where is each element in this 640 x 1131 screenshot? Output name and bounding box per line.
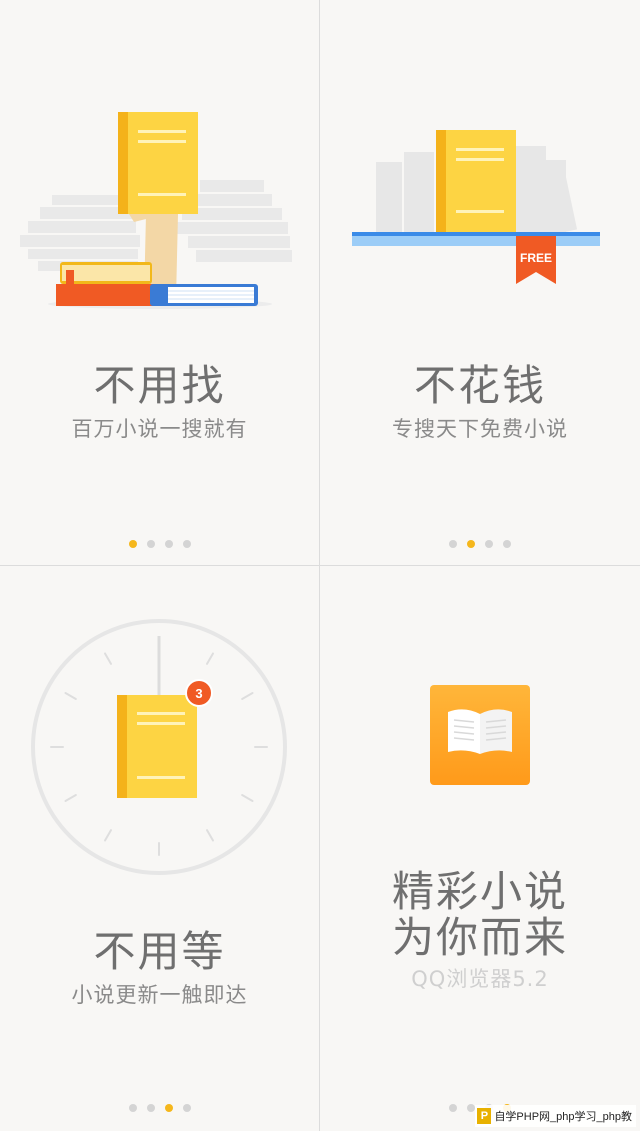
badge-count: 3 — [195, 686, 202, 701]
page-dot[interactable] — [146, 1104, 155, 1112]
page-dot[interactable] — [449, 1104, 457, 1112]
clock-tick — [206, 829, 214, 842]
panel-subtitle: QQ浏览器5.2 — [411, 967, 549, 991]
clock-tick — [241, 692, 254, 700]
watermark-logo-icon: P — [477, 1108, 492, 1124]
page-dot[interactable] — [467, 540, 475, 548]
page-indicator — [0, 1104, 319, 1112]
ribbon-label: FREE — [520, 251, 552, 265]
clock-book-illustration: 3 — [31, 619, 287, 875]
panel-subtitle: 百万小说一搜就有 — [71, 417, 248, 441]
page-dot[interactable] — [467, 1104, 475, 1112]
clock-tick — [64, 794, 77, 802]
bookshelf-illustration: FREE — [352, 130, 600, 284]
site-watermark: P 自学PHP网_php学习_php教 — [475, 1105, 636, 1127]
page-dot[interactable] — [503, 540, 511, 548]
panel-free[interactable]: FREE 不花钱 专搜天下免费小说 — [320, 0, 640, 565]
panel-title: 不用找 — [93, 361, 226, 410]
page-dot[interactable] — [485, 540, 493, 548]
panel-title: 不用等 — [93, 927, 226, 976]
clock-tick — [206, 652, 214, 665]
page-dot[interactable] — [449, 540, 457, 548]
page-dot[interactable] — [164, 1104, 173, 1112]
page-indicator — [320, 540, 640, 548]
app-icon-illustration — [430, 685, 530, 785]
panel-title: 不花钱 — [413, 361, 546, 410]
horizontal-divider — [0, 565, 640, 566]
clock-tick — [104, 652, 112, 665]
panel-intro[interactable]: 精彩小说 为你而来 QQ浏览器5.2 — [320, 566, 640, 1131]
clock-tick — [241, 794, 254, 802]
clock-tick — [104, 829, 112, 842]
panel-title-line2: 为你而来 — [391, 913, 568, 962]
clock-tick — [64, 692, 77, 700]
page-dot[interactable] — [128, 1104, 137, 1112]
panel-subtitle: 专搜天下免费小说 — [392, 417, 568, 441]
hand-holding-book-illustration — [20, 112, 292, 309]
panel-updates[interactable]: 3 不用等 小说更新一触即达 — [0, 566, 319, 1131]
watermark-text: 自学PHP网_php学习_php教 — [494, 1111, 632, 1123]
panel-search[interactable]: 不用找 百万小说一搜就有 — [0, 0, 319, 565]
page-dot[interactable] — [182, 540, 191, 548]
page-dot[interactable] — [128, 540, 137, 548]
onboarding-grid: 不用找 百万小说一搜就有 FREE 不花钱 专搜天下免费小说 3 不用等 小说更… — [0, 0, 640, 1131]
page-indicator — [0, 540, 319, 548]
page-dot[interactable] — [182, 1104, 191, 1112]
page-dot[interactable] — [146, 540, 155, 548]
panel-subtitle: 小说更新一触即达 — [71, 983, 248, 1007]
panel-title-line1: 精彩小说 — [391, 867, 568, 916]
page-dot[interactable] — [164, 540, 173, 548]
